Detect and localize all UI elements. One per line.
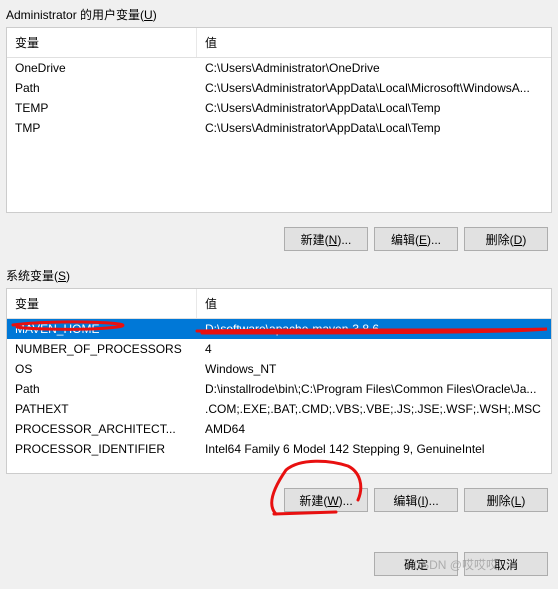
var-name: Path [7, 379, 197, 399]
system-variables-panel: 变量 值 MAVEN_HOME D:\software\apache-maven… [6, 288, 552, 474]
var-name: Path [7, 78, 197, 98]
table-row[interactable]: Path C:\Users\Administrator\AppData\Loca… [7, 78, 551, 98]
table-row[interactable]: TMP C:\Users\Administrator\AppData\Local… [7, 118, 551, 138]
var-name: MAVEN_HOME [7, 319, 197, 339]
var-value: C:\Users\Administrator\AppData\Local\Tem… [197, 118, 551, 138]
var-value: D:\software\apache-maven-3.8.6 [197, 319, 551, 339]
user-variables-panel: 变量 值 OneDrive C:\Users\Administrator\One… [6, 27, 552, 213]
system-variables-section: 系统变量(S) 变量 值 MAVEN_HOME D:\software\apac… [0, 261, 558, 522]
table-row[interactable]: PROCESSOR_ARCHITECT... AMD64 [7, 419, 551, 439]
user-edit-button[interactable]: 编辑(E)... [374, 227, 458, 251]
table-row[interactable]: OS Windows_NT [7, 359, 551, 379]
system-variables-label: 系统变量(S) [0, 261, 558, 288]
dialog-buttons: 确定 取消 [0, 522, 558, 582]
system-buttons-row: 新建(W)... 编辑(I)... 删除(L) [0, 474, 558, 522]
column-header-variable[interactable]: 变量 [7, 289, 197, 318]
var-value: C:\Users\Administrator\OneDrive [197, 58, 551, 78]
var-name: TMP [7, 118, 197, 138]
var-value: 4 [197, 339, 551, 359]
table-row[interactable]: OneDrive C:\Users\Administrator\OneDrive [7, 58, 551, 78]
var-name: PATHEXT [7, 399, 197, 419]
var-value: D:\installrode\bin\;C:\Program Files\Com… [197, 379, 551, 399]
var-name: PROCESSOR_ARCHITECT... [7, 419, 197, 439]
var-name: TEMP [7, 98, 197, 118]
system-new-button[interactable]: 新建(W)... [284, 488, 368, 512]
user-delete-button[interactable]: 删除(D) [464, 227, 548, 251]
var-value: Windows_NT [197, 359, 551, 379]
var-name: OneDrive [7, 58, 197, 78]
table-row[interactable]: PROCESSOR_IDENTIFIER Intel64 Family 6 Mo… [7, 439, 551, 459]
var-name: NUMBER_OF_PROCESSORS [7, 339, 197, 359]
user-variables-section: Administrator 的用户变量(U) 变量 值 OneDrive C:\… [0, 0, 558, 261]
system-table-header: 变量 值 [7, 289, 551, 319]
user-table-header: 变量 值 [7, 28, 551, 58]
table-row[interactable]: PATHEXT .COM;.EXE;.BAT;.CMD;.VBS;.VBE;.J… [7, 399, 551, 419]
table-row[interactable]: MAVEN_HOME D:\software\apache-maven-3.8.… [7, 319, 551, 339]
var-value: Intel64 Family 6 Model 142 Stepping 9, G… [197, 439, 551, 459]
column-header-value[interactable]: 值 [197, 28, 551, 57]
user-variables-label: Administrator 的用户变量(U) [0, 0, 558, 27]
var-name: OS [7, 359, 197, 379]
var-name: PROCESSOR_IDENTIFIER [7, 439, 197, 459]
table-row[interactable]: TEMP C:\Users\Administrator\AppData\Loca… [7, 98, 551, 118]
user-buttons-row: 新建(N)... 编辑(E)... 删除(D) [0, 213, 558, 261]
column-header-value[interactable]: 值 [197, 289, 551, 318]
user-new-button[interactable]: 新建(N)... [284, 227, 368, 251]
system-delete-button[interactable]: 删除(L) [464, 488, 548, 512]
var-value: C:\Users\Administrator\AppData\Local\Mic… [197, 78, 551, 98]
watermark-text: CSDN @哎哎哎 [412, 556, 498, 573]
var-value: .COM;.EXE;.BAT;.CMD;.VBS;.VBE;.JS;.JSE;.… [197, 399, 551, 419]
column-header-variable[interactable]: 变量 [7, 28, 197, 57]
var-value: AMD64 [197, 419, 551, 439]
table-row[interactable]: NUMBER_OF_PROCESSORS 4 [7, 339, 551, 359]
system-edit-button[interactable]: 编辑(I)... [374, 488, 458, 512]
var-value: C:\Users\Administrator\AppData\Local\Tem… [197, 98, 551, 118]
table-row[interactable]: Path D:\installrode\bin\;C:\Program File… [7, 379, 551, 399]
